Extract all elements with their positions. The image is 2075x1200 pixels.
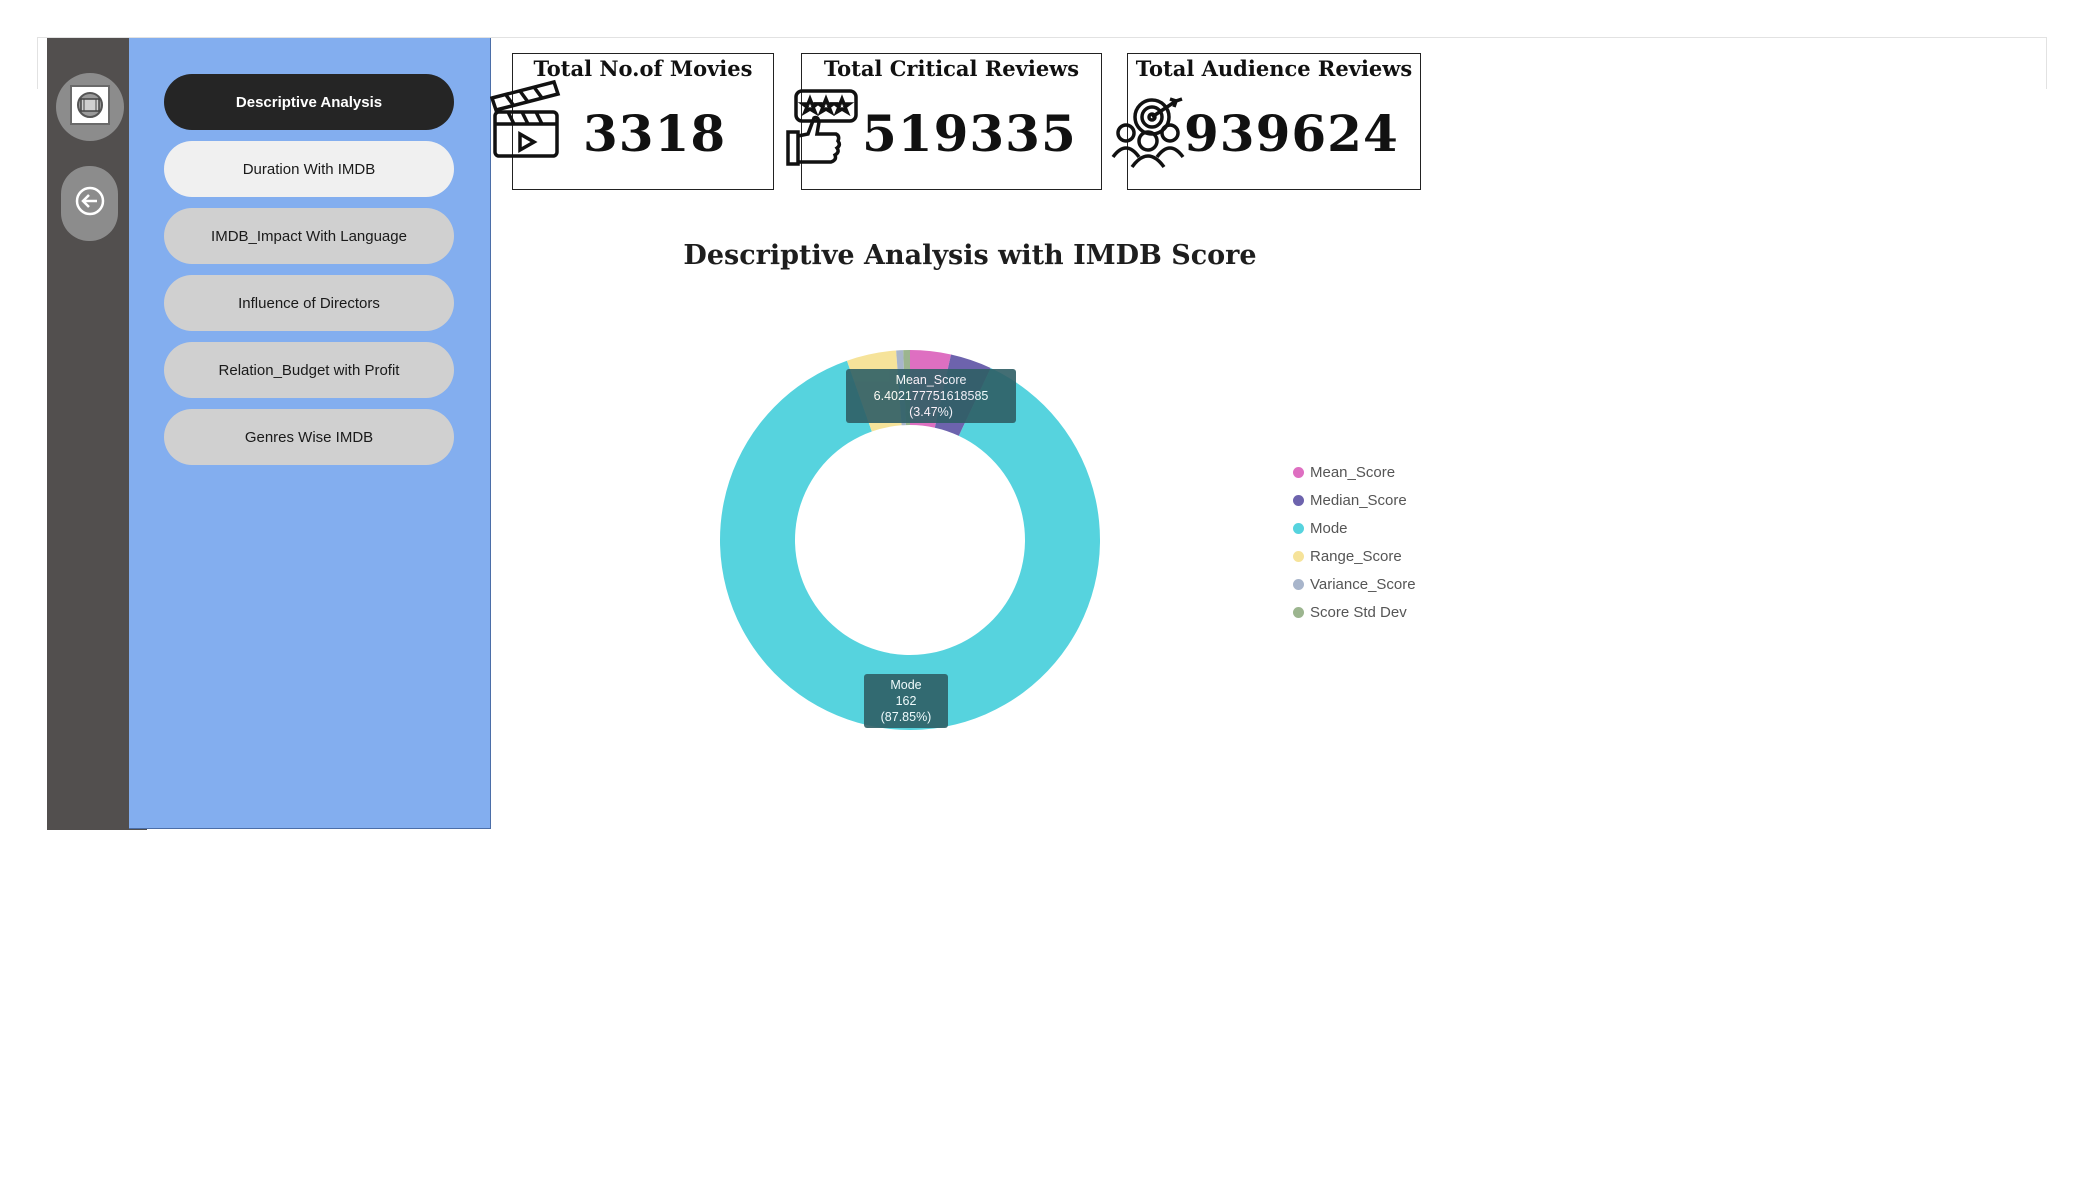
mean-score-tooltip: Mean_Score 6.402177751618585 (3.47%) xyxy=(846,369,1016,423)
tooltip-value: 162 (87.85%) xyxy=(880,694,932,724)
thumbs-up-review-icon xyxy=(784,88,860,171)
legend-item[interactable]: Variance_Score xyxy=(1293,570,1416,598)
legend-label: Variance_Score xyxy=(1310,575,1416,593)
audience-target-icon xyxy=(1110,95,1186,174)
nav-duration-with-imdb-button[interactable]: Duration With IMDB xyxy=(164,141,454,197)
nav-budget-profit-button[interactable]: Relation_Budget with Profit xyxy=(164,342,454,398)
navigation-panel: Descriptive Analysis Duration With IMDB … xyxy=(129,38,491,829)
legend-swatch xyxy=(1293,466,1304,478)
legend-item[interactable]: Mode xyxy=(1293,514,1416,542)
legend-swatch xyxy=(1293,578,1304,590)
chart-title: Descriptive Analysis with IMDB Score xyxy=(683,240,1257,271)
legend-swatch xyxy=(1293,606,1304,618)
nav-imdb-impact-language-button[interactable]: IMDB_Impact With Language xyxy=(164,208,454,264)
nav-genres-wise-imdb-button[interactable]: Genres Wise IMDB xyxy=(164,409,454,465)
legend-label: Mode xyxy=(1310,519,1348,537)
nav-influence-directors-button[interactable]: Influence of Directors xyxy=(164,275,454,331)
kpi-value: 939624 xyxy=(1184,104,1399,163)
home-button[interactable] xyxy=(56,73,124,141)
back-button[interactable] xyxy=(61,166,118,241)
report-frame-line xyxy=(2046,37,2047,89)
tooltip-value: 6.402177751618585 (3.47%) xyxy=(873,389,989,419)
legend-item[interactable]: Median_Score xyxy=(1293,486,1416,514)
legend-label: Score Std Dev xyxy=(1310,603,1407,621)
back-arrow-icon xyxy=(74,185,106,222)
mode-tooltip: Mode 162 (87.85%) xyxy=(864,674,948,728)
legend-label: Median_Score xyxy=(1310,491,1407,509)
kpi-value: 3318 xyxy=(583,104,727,163)
film-reel-icon xyxy=(70,84,110,130)
legend-label: Mean_Score xyxy=(1310,463,1396,481)
legend-item[interactable]: Mean_Score xyxy=(1293,458,1416,486)
kpi-title: Total Audience Reviews xyxy=(1135,56,1413,81)
report-frame-line xyxy=(37,37,38,89)
legend-item[interactable]: Score Std Dev xyxy=(1293,598,1416,626)
kpi-value: 519335 xyxy=(862,104,1077,163)
clapperboard-icon xyxy=(489,76,562,165)
legend-swatch xyxy=(1293,522,1304,534)
legend-item[interactable]: Range_Score xyxy=(1293,542,1416,570)
legend-swatch xyxy=(1293,550,1304,562)
tooltip-label: Mode xyxy=(890,678,922,692)
kpi-title: Total Critical Reviews xyxy=(823,56,1080,81)
legend-swatch xyxy=(1293,494,1304,506)
tooltip-label: Mean_Score xyxy=(895,373,967,387)
legend-label: Range_Score xyxy=(1310,547,1402,565)
icon-rail xyxy=(47,38,129,830)
chart-legend: Mean_Score Median_Score Mode Range_Score… xyxy=(1293,458,1416,626)
nav-descriptive-analysis-button[interactable]: Descriptive Analysis xyxy=(164,74,454,130)
